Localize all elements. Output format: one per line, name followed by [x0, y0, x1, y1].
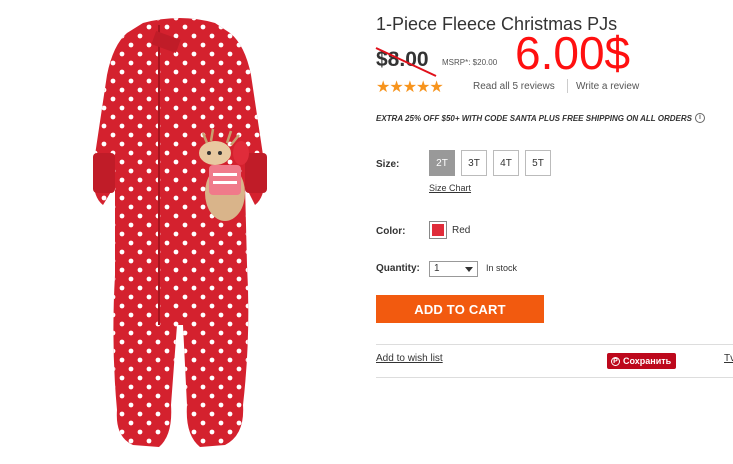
- size-chart-link[interactable]: Size Chart: [429, 183, 471, 193]
- promo-text: EXTRA 25% OFF $50+ WITH CODE SANTA PLUS …: [376, 113, 692, 123]
- write-review-link[interactable]: Write a review: [576, 81, 639, 92]
- rating-divider: [567, 79, 568, 93]
- pinterest-icon: P: [611, 356, 620, 366]
- info-icon[interactable]: i: [694, 113, 705, 123]
- quantity-select[interactable]: 1: [429, 261, 478, 277]
- size-option-3t[interactable]: 3T: [461, 150, 487, 176]
- size-options: 2T 3T 4T 5T: [429, 150, 551, 176]
- rating-row: ★★★★★ Read all 5 reviews Write a review: [376, 78, 676, 96]
- add-to-wish-list-link[interactable]: Add to wish list: [376, 353, 443, 364]
- size-option-5t[interactable]: 5T: [525, 150, 551, 176]
- chevron-down-icon: [465, 267, 473, 272]
- product-image: [93, 18, 267, 447]
- msrp-price: MSRP*: $20.00: [442, 58, 498, 67]
- new-price-overlay: 6.00$: [515, 27, 631, 79]
- color-label: Color:: [376, 226, 406, 237]
- quantity-value: 1: [434, 263, 440, 274]
- quantity-label: Quantity:: [376, 263, 420, 274]
- divider-top: [376, 344, 733, 345]
- color-name: Red: [452, 225, 471, 236]
- pinterest-save-label: Сохранить: [623, 356, 672, 366]
- size-option-2t[interactable]: 2T: [429, 150, 455, 176]
- swatch-fill: [432, 224, 444, 236]
- add-to-cart-button[interactable]: ADD TO CART: [376, 295, 544, 323]
- size-label: Size:: [376, 159, 400, 170]
- divider-bottom: [376, 377, 733, 378]
- stock-status: In stock: [486, 263, 518, 273]
- twitter-share-link[interactable]: Tv: [724, 353, 733, 364]
- pinterest-save-button[interactable]: P Сохранить: [607, 353, 676, 369]
- color-swatch-red[interactable]: [429, 221, 447, 239]
- size-option-4t[interactable]: 4T: [493, 150, 519, 176]
- star-rating-icon[interactable]: ★★★★★: [376, 77, 444, 97]
- read-reviews-link[interactable]: Read all 5 reviews: [473, 81, 555, 92]
- promo-banner: EXTRA 25% OFF $50+ WITH CODE SANTA PLUS …: [376, 113, 705, 123]
- old-price: $8.00: [376, 48, 429, 71]
